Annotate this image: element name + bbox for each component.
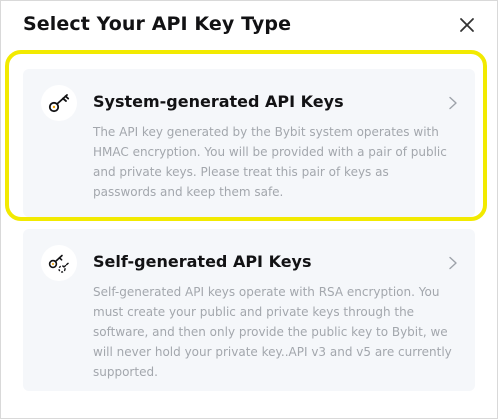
card-description: Self-generated API keys operate with RSA… bbox=[93, 285, 452, 379]
system-generated-api-keys-option[interactable]: System-generated API Keys The API key ge… bbox=[23, 69, 475, 217]
card-title: System-generated API Keys bbox=[93, 92, 344, 111]
api-key-type-dialog: Select Your API Key Type System-generate… bbox=[0, 0, 498, 419]
card-title: Self-generated API Keys bbox=[93, 252, 312, 271]
close-icon[interactable] bbox=[457, 15, 477, 35]
dialog-title: Select Your API Key Type bbox=[23, 13, 292, 35]
key-pair-icon bbox=[41, 245, 77, 281]
chevron-right-icon bbox=[447, 255, 459, 270]
key-icon bbox=[41, 85, 77, 121]
card-description: The API key generated by the Bybit syste… bbox=[93, 125, 447, 199]
chevron-right-icon bbox=[447, 95, 459, 110]
self-generated-api-keys-option[interactable]: Self-generated API Keys Self-generated A… bbox=[23, 229, 475, 391]
